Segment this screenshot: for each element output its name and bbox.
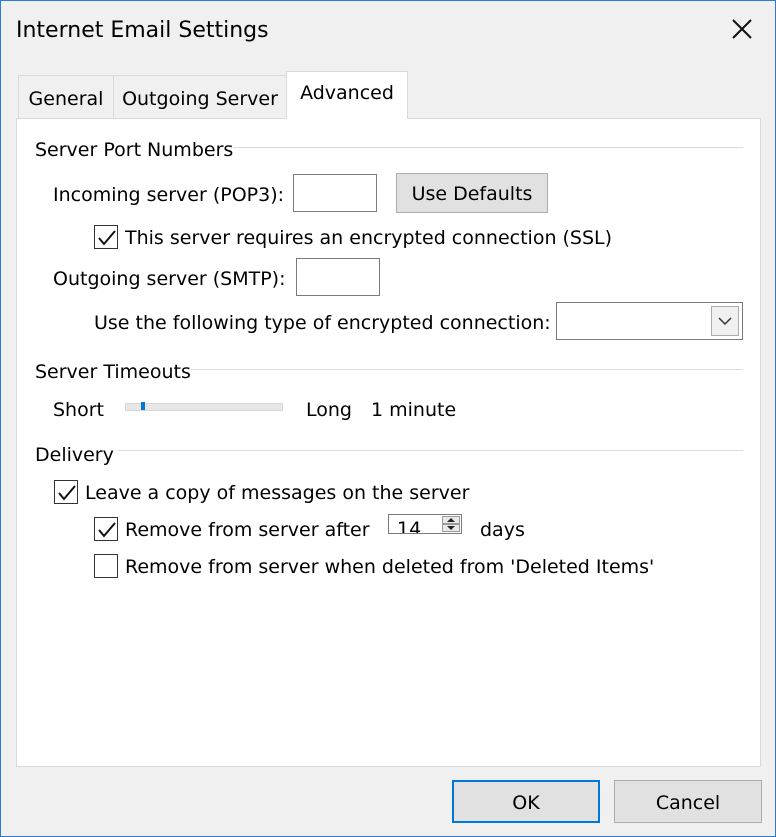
tab-general[interactable]: General bbox=[18, 75, 114, 119]
timeout-long-label: Long bbox=[306, 399, 352, 421]
leave-copy-label: Leave a copy of messages on the server bbox=[85, 482, 470, 504]
spinner-up-icon[interactable] bbox=[442, 516, 460, 524]
use-defaults-label: Use Defaults bbox=[411, 183, 533, 205]
checkmark-icon bbox=[98, 522, 116, 538]
cancel-button[interactable]: Cancel bbox=[614, 780, 762, 823]
group-divider bbox=[233, 147, 743, 148]
days-spinner[interactable]: 14 bbox=[388, 514, 462, 534]
remove-after-checkbox[interactable] bbox=[94, 517, 118, 541]
timeout-slider-thumb[interactable] bbox=[141, 402, 145, 410]
server-timeouts-heading: Server Timeouts bbox=[35, 361, 191, 383]
dialog-title: Internet Email Settings bbox=[16, 18, 269, 43]
encryption-type-dropdown[interactable] bbox=[556, 302, 743, 340]
group-divider bbox=[191, 369, 743, 370]
tab-advanced[interactable]: Advanced bbox=[286, 71, 408, 119]
checkmark-icon bbox=[58, 485, 76, 501]
server-port-numbers-heading: Server Port Numbers bbox=[35, 139, 234, 161]
remove-deleted-label: Remove from server when deleted from 'De… bbox=[125, 556, 655, 578]
outgoing-server-label: Outgoing server (SMTP): bbox=[53, 268, 286, 290]
checkmark-icon bbox=[98, 230, 116, 246]
tab-general-label: General bbox=[28, 88, 104, 110]
close-icon[interactable] bbox=[728, 15, 756, 43]
ok-button[interactable]: OK bbox=[452, 780, 600, 823]
tab-advanced-label: Advanced bbox=[300, 82, 394, 104]
advanced-tab-panel bbox=[16, 118, 761, 767]
incoming-port-input[interactable] bbox=[293, 174, 377, 212]
days-label: days bbox=[480, 519, 525, 541]
ssl-checkbox[interactable] bbox=[94, 225, 118, 249]
tab-outgoing-server[interactable]: Outgoing Server bbox=[113, 75, 287, 119]
ok-label: OK bbox=[512, 792, 540, 814]
days-value: 14 bbox=[397, 518, 422, 534]
timeout-short-label: Short bbox=[53, 399, 104, 421]
spinner-down-icon[interactable] bbox=[442, 524, 460, 532]
cancel-label: Cancel bbox=[655, 792, 721, 814]
ssl-label: This server requires an encrypted connec… bbox=[125, 227, 613, 249]
incoming-server-label: Incoming server (POP3): bbox=[53, 184, 285, 206]
spinner-buttons bbox=[442, 516, 460, 532]
chevron-down-icon[interactable] bbox=[711, 306, 739, 336]
remove-after-label: Remove from server after bbox=[125, 519, 370, 541]
delivery-heading: Delivery bbox=[35, 444, 114, 466]
remove-deleted-checkbox[interactable] bbox=[94, 554, 118, 578]
timeout-value: 1 minute bbox=[371, 399, 457, 421]
timeout-slider[interactable] bbox=[125, 402, 283, 411]
encryption-type-label: Use the following type of encrypted conn… bbox=[94, 312, 551, 334]
group-divider bbox=[117, 450, 743, 451]
use-defaults-button[interactable]: Use Defaults bbox=[396, 173, 548, 213]
outgoing-port-input[interactable] bbox=[296, 258, 380, 296]
dialog-window: Internet Email Settings General Outgoing… bbox=[0, 0, 776, 837]
tab-outgoing-server-label: Outgoing Server bbox=[122, 88, 278, 110]
leave-copy-checkbox[interactable] bbox=[54, 480, 78, 504]
